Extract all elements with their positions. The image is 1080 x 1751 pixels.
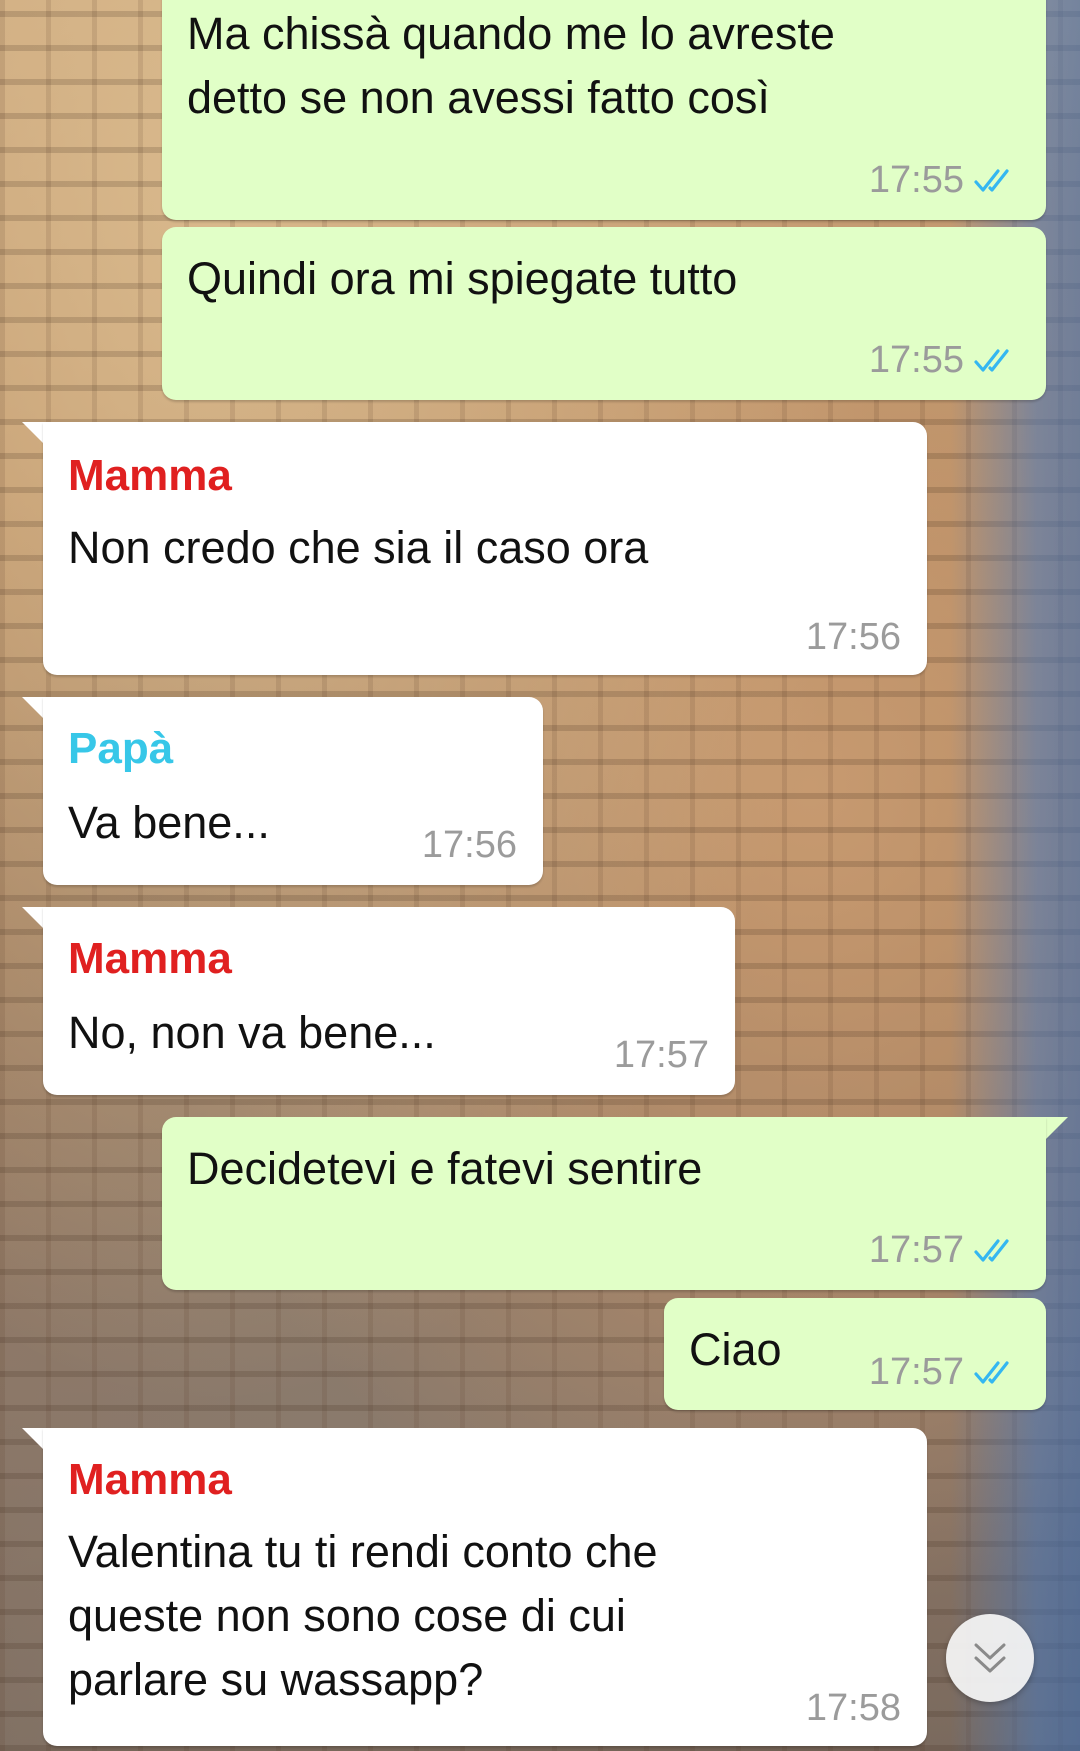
message-time: 17:55 — [868, 159, 964, 201]
bubble-tail — [22, 697, 44, 719]
read-double-tick-icon — [974, 1238, 1009, 1262]
sender-name[interactable]: Mamma — [68, 1454, 232, 1506]
incoming-message[interactable]: Mamma Non credo che sia il caso ora 17:5… — [43, 422, 927, 675]
outgoing-message[interactable]: Quindi ora mi spiegate tutto 17:55 — [162, 227, 1046, 400]
incoming-message[interactable]: Mamma Valentina tu ti rendi conto che qu… — [43, 1428, 927, 1746]
outgoing-message[interactable]: Ciao 17:57 — [664, 1298, 1046, 1410]
message-time: 17:56 — [421, 824, 517, 866]
outgoing-message[interactable]: Decidetevi e fatevi sentire 17:57 — [162, 1117, 1046, 1290]
message-time: 17:55 — [868, 339, 964, 381]
bubble-tail — [22, 422, 44, 444]
message-text: Quindi ora mi spiegate tutto — [187, 253, 738, 304]
chat-conversation[interactable]: Ma chissà quando me lo avreste detto se … — [0, 0, 1080, 1751]
message-time: 17:56 — [805, 616, 901, 658]
message-time: 17:57 — [613, 1034, 709, 1076]
message-text: No, non va bene... — [68, 1007, 436, 1058]
scroll-to-bottom-button[interactable] — [946, 1614, 1034, 1702]
sender-name[interactable]: Papà — [68, 723, 173, 775]
incoming-message[interactable]: Mamma No, non va bene... 17:57 — [43, 907, 735, 1095]
bubble-tail — [22, 907, 44, 929]
sender-name[interactable]: Mamma — [68, 450, 232, 502]
sender-name[interactable]: Mamma — [68, 933, 232, 985]
message-text: Ciao — [689, 1324, 782, 1375]
message-time: 17:58 — [805, 1687, 901, 1729]
outgoing-message[interactable]: Ma chissà quando me lo avreste detto se … — [162, 0, 1046, 220]
read-double-tick-icon — [974, 1360, 1009, 1384]
read-double-tick-icon — [974, 168, 1009, 192]
bubble-tail — [1046, 1117, 1068, 1139]
message-time: 17:57 — [868, 1229, 964, 1271]
message-text: Ma chissà quando me lo avreste detto se … — [187, 8, 835, 123]
double-chevron-down-icon — [974, 1643, 1006, 1673]
bubble-tail — [22, 1428, 44, 1450]
message-text: Va bene... — [68, 797, 270, 848]
message-text: Non credo che sia il caso ora — [68, 522, 649, 573]
incoming-message[interactable]: Papà Va bene... 17:56 — [43, 697, 543, 885]
read-double-tick-icon — [974, 348, 1009, 372]
message-text: Decidetevi e fatevi sentire — [187, 1143, 703, 1194]
message-text: Valentina tu ti rendi conto che queste n… — [68, 1526, 658, 1705]
message-time: 17:57 — [868, 1351, 964, 1393]
